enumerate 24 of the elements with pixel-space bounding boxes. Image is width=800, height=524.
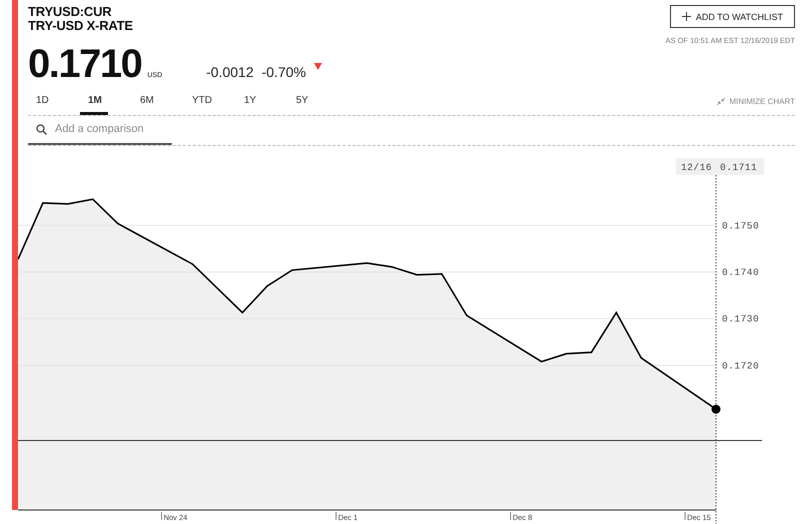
plus-icon xyxy=(682,12,691,21)
price: 0.1710 xyxy=(28,42,142,86)
y-axis-label: 0.1720 xyxy=(722,360,760,372)
minimize-chart-link[interactable]: MINIMIZE CHART xyxy=(717,97,795,106)
crosshair-value: 0.1711 xyxy=(720,162,758,173)
add-to-watchlist-button[interactable]: ADD TO WATCHLIST xyxy=(670,5,795,28)
last-price-dot xyxy=(712,404,720,414)
instrument-name: TRY-USD X-RATE xyxy=(28,19,134,33)
price-change: -0.0012 xyxy=(206,64,254,80)
range-tab[interactable]: YTD xyxy=(184,88,236,115)
y-axis-label: 0.1740 xyxy=(722,267,760,278)
percent-change: -0.70% xyxy=(262,64,306,80)
ticker-symbol: TRYUSD:CUR xyxy=(28,5,112,19)
crosshair-date: 12/16 xyxy=(680,162,712,173)
comparison-search-field[interactable]: Add a comparison xyxy=(55,123,165,136)
search-icon xyxy=(36,124,47,135)
y-axis-label: 0.1750 xyxy=(722,220,760,232)
range-tab[interactable]: 1M xyxy=(80,88,108,115)
y-axis-label: 0.1730 xyxy=(722,314,760,325)
range-tab[interactable]: 1D xyxy=(28,88,80,115)
range-tab[interactable]: 6M xyxy=(132,88,184,115)
minimize-icon xyxy=(717,98,726,106)
range-tab[interactable]: 5Y xyxy=(288,88,340,115)
range-tab[interactable]: 1Y xyxy=(236,88,288,115)
